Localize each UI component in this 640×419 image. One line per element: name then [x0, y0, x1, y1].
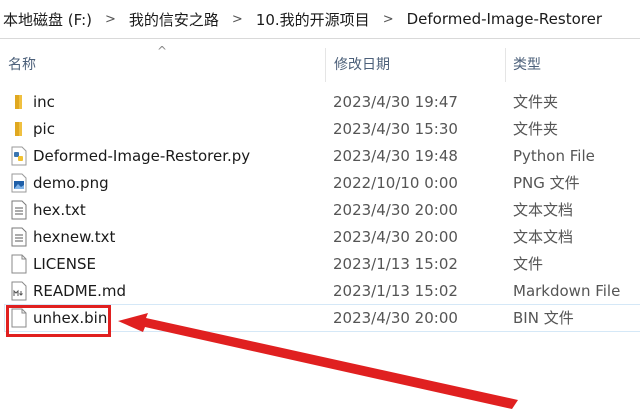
file-type: Python File [513, 147, 595, 165]
breadcrumb-folder-2[interactable]: 10.我的开源项目 [254, 9, 372, 30]
file-date: 2023/4/30 20:00 [333, 201, 458, 219]
chevron-right-icon[interactable]: > [94, 12, 127, 27]
column-header-date[interactable]: 修改日期 [334, 48, 390, 82]
column-divider[interactable] [505, 48, 506, 82]
folder-icon [15, 122, 22, 136]
chevron-right-icon[interactable]: > [372, 12, 405, 27]
breadcrumb-current[interactable]: Deformed-Image-Restorer [405, 10, 604, 28]
blank-file-icon [11, 254, 27, 274]
file-date: 2023/4/30 15:30 [333, 120, 458, 138]
file-row[interactable]: LICENSE 2023/1/13 15:02 文件 [5, 251, 640, 277]
breadcrumb-folder-1[interactable]: 我的信安之路 [127, 9, 221, 30]
file-date: 2023/4/30 20:00 [333, 309, 458, 327]
column-header: ^ 名称 修改日期 类型 [0, 44, 640, 82]
file-row[interactable]: README.md 2023/1/13 15:02 Markdown File [5, 278, 640, 304]
file-row[interactable]: hexnew.txt 2023/4/30 20:00 文本文档 [5, 224, 640, 250]
file-name: pic [33, 120, 55, 138]
address-bar[interactable]: 本地磁盘 (F:) > 我的信安之路 > 10.我的开源项目 > Deforme… [0, 0, 640, 39]
file-date: 2023/4/30 19:48 [333, 147, 458, 165]
file-type: 文件夹 [513, 93, 559, 111]
file-row[interactable]: demo.png 2022/10/10 0:00 PNG 文件 [5, 170, 640, 196]
file-type: BIN 文件 [513, 309, 574, 327]
file-name: hexnew.txt [33, 228, 116, 246]
column-divider[interactable] [325, 48, 326, 82]
file-date: 2022/10/10 0:00 [333, 174, 458, 192]
file-type: Markdown File [513, 282, 621, 300]
chevron-right-icon[interactable]: > [221, 12, 254, 27]
file-name: hex.txt [33, 201, 86, 219]
image-file-icon [11, 173, 27, 193]
file-type: 文本文档 [513, 228, 574, 246]
file-name: inc [33, 93, 55, 111]
breadcrumb-drive[interactable]: 本地磁盘 (F:) [0, 9, 94, 30]
column-header-type[interactable]: 类型 [513, 48, 541, 82]
file-type: 文件夹 [513, 120, 559, 138]
file-name: LICENSE [33, 255, 96, 273]
file-type: 文件 [513, 255, 544, 273]
file-row[interactable]: hex.txt 2023/4/30 20:00 文本文档 [5, 197, 640, 223]
file-date: 2023/1/13 15:02 [333, 282, 458, 300]
text-file-icon [11, 200, 27, 220]
sort-ascending-icon: ^ [157, 44, 168, 58]
file-date: 2023/1/13 15:02 [333, 255, 458, 273]
file-date: 2023/4/30 19:47 [333, 93, 458, 111]
file-name: README.md [33, 282, 127, 300]
column-header-name[interactable]: 名称 [8, 48, 36, 82]
python-file-icon [11, 146, 27, 166]
folder-icon [15, 95, 22, 109]
file-row[interactable]: inc 2023/4/30 19:47 文件夹 [5, 89, 640, 115]
file-row[interactable]: Deformed-Image-Restorer.py 2023/4/30 19:… [5, 143, 640, 169]
markdown-file-icon [11, 281, 27, 301]
file-type: 文本文档 [513, 201, 574, 219]
highlight-box [6, 305, 111, 337]
file-date: 2023/4/30 20:00 [333, 228, 458, 246]
file-row[interactable]: pic 2023/4/30 15:30 文件夹 [5, 116, 640, 142]
file-name: Deformed-Image-Restorer.py [33, 147, 251, 165]
text-file-icon [11, 227, 27, 247]
file-name: demo.png [33, 174, 109, 192]
file-type: PNG 文件 [513, 174, 580, 192]
